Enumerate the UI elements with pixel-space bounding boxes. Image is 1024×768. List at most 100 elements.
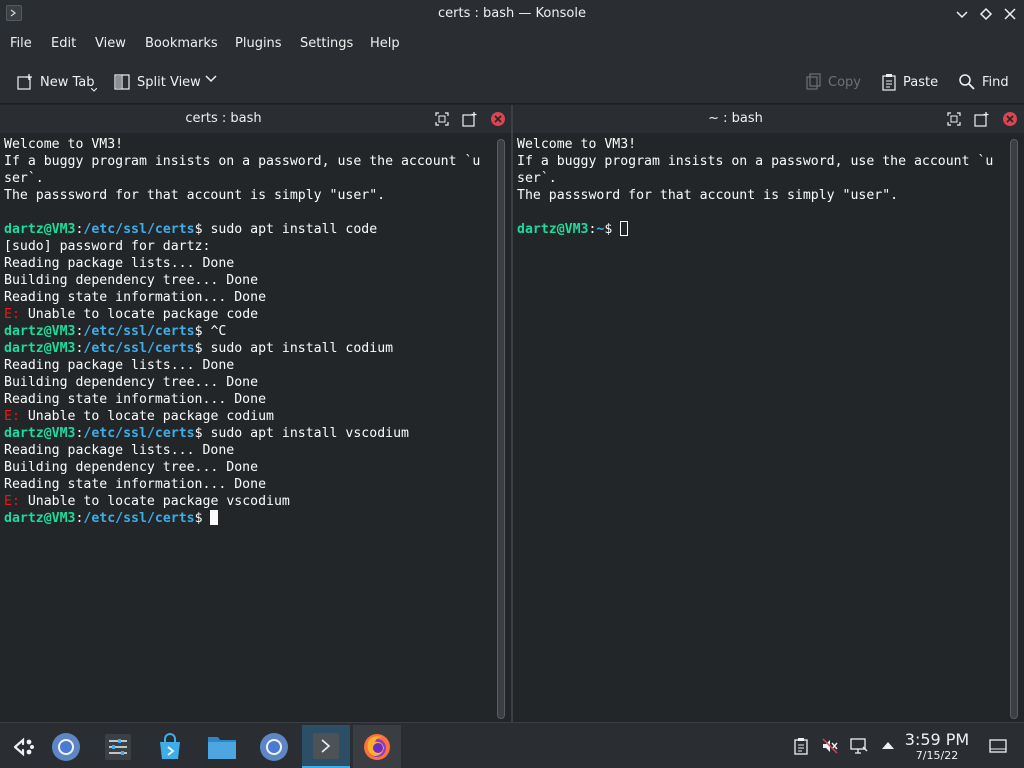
- close-pane-button[interactable]: [1003, 112, 1017, 126]
- scrollbar-left[interactable]: [497, 139, 505, 719]
- terminal-line: dartz@VM3:~$: [517, 221, 1003, 238]
- network-icon[interactable]: [850, 737, 868, 755]
- taskbar-chromium-1[interactable]: [42, 725, 90, 768]
- split-view-button[interactable]: Split View: [113, 71, 201, 93]
- menu-edit[interactable]: Edit: [51, 36, 76, 51]
- show-desktop-icon[interactable]: [989, 737, 1007, 755]
- terminal-output-right[interactable]: Welcome to VM3! If a buggy program insist…: [517, 136, 1003, 238]
- terminal-output-left[interactable]: Welcome to VM3! If a buggy program insist…: [4, 136, 490, 527]
- clock-date[interactable]: 7/15/22: [904, 749, 970, 762]
- terminal-text: Reading package lists... Done: [4, 443, 235, 458]
- menu-plugins[interactable]: Plugins: [235, 36, 282, 51]
- taskbar-file-manager[interactable]: [198, 725, 246, 768]
- maximize-button[interactable]: [977, 5, 995, 23]
- find-button[interactable]: Find: [958, 71, 1009, 93]
- close-window-button[interactable]: [1001, 5, 1019, 23]
- prompt-user: dartz@VM3: [4, 341, 76, 356]
- menu-bookmarks[interactable]: Bookmarks: [145, 36, 218, 51]
- terminal-pane-right[interactable]: ~ : bash Welcome to VM3! If a buggy progr…: [513, 105, 1024, 722]
- prompt-path: /etc/ssl/certs: [83, 426, 195, 441]
- terminal-line: E: Unable to locate package code: [4, 306, 490, 323]
- file-manager-icon: [208, 737, 236, 759]
- terminal-text: ser`.: [4, 171, 44, 186]
- terminal-text: Welcome to VM3!: [4, 137, 124, 152]
- terminal-line: Reading state information... Done: [4, 391, 490, 408]
- chromium-icon: [52, 733, 80, 761]
- terminal-line: Welcome to VM3!: [4, 136, 490, 153]
- show-hidden-icons-arrow-icon[interactable]: [879, 737, 897, 755]
- menu-view[interactable]: View: [95, 36, 126, 51]
- terminal-pane-left[interactable]: certs : bash Welcome to VM3! If a buggy p…: [0, 105, 511, 722]
- terminal-line: Reading package lists... Done: [4, 357, 490, 374]
- search-icon: [959, 74, 975, 90]
- terminal-line: The passsword for that account is simply…: [4, 187, 490, 204]
- clipboard-icon[interactable]: [792, 737, 810, 755]
- terminal-line: E: Unable to locate package codium: [4, 408, 490, 425]
- settings-sliders-icon: [105, 734, 131, 760]
- taskbar-chromium-2[interactable]: [250, 725, 298, 768]
- terminal-line: dartz@VM3:/etc/ssl/certs$ sudo apt insta…: [4, 221, 490, 238]
- copy-button[interactable]: Copy: [806, 71, 861, 93]
- text-cursor: [210, 510, 219, 525]
- pane-title-right: ~ : bash: [708, 111, 763, 126]
- terminal-line: ser`.: [517, 170, 1003, 187]
- terminal-line: Building dependency tree... Done: [4, 459, 490, 476]
- paste-button[interactable]: Paste: [881, 71, 938, 93]
- terminal-line: dartz@VM3:/etc/ssl/certs$ ^C: [4, 323, 490, 340]
- terminal-text: $: [194, 511, 211, 526]
- terminal-text: Reading package lists... Done: [4, 358, 235, 373]
- menu-settings[interactable]: Settings: [300, 36, 353, 51]
- window-title: certs : bash — Konsole: [438, 6, 586, 21]
- new-tab-button[interactable]: New Tab: [16, 71, 95, 93]
- menu-file[interactable]: File: [10, 36, 32, 51]
- terminal-line: dartz@VM3:/etc/ssl/certs$ sudo apt insta…: [4, 340, 490, 357]
- terminal-text: If a buggy program insists on a password…: [4, 154, 481, 169]
- find-label: Find: [982, 74, 1009, 90]
- new-split-icon[interactable]: [974, 111, 990, 127]
- prompt-path: /etc/ssl/certs: [83, 222, 195, 237]
- maximize-pane-icon[interactable]: [946, 111, 962, 127]
- application-launcher-icon: [13, 737, 34, 757]
- error-prefix: E:: [4, 494, 20, 509]
- maximize-pane-icon[interactable]: [434, 111, 450, 127]
- prompt-path: /etc/ssl/certs: [83, 511, 195, 526]
- terminal-line: Building dependency tree... Done: [4, 374, 490, 391]
- minimize-button[interactable]: [953, 5, 971, 23]
- terminal-line: Reading package lists... Done: [4, 255, 490, 272]
- toolbar: New Tab Split View Copy Paste Find: [0, 59, 1024, 104]
- close-icon: [494, 115, 502, 123]
- terminal-text: $ sudo apt install code: [194, 222, 378, 237]
- pane-header-right: ~ : bash: [513, 105, 1024, 133]
- split-view-chevron-down-icon[interactable]: [205, 75, 217, 83]
- application-launcher-button[interactable]: [0, 725, 48, 768]
- new-tab-menu-arrow-icon[interactable]: [91, 88, 97, 92]
- konsole-icon: [313, 732, 339, 759]
- prompt-user: dartz@VM3: [517, 222, 589, 237]
- close-pane-button[interactable]: [491, 112, 505, 126]
- scrollbar-right[interactable]: [1010, 139, 1018, 719]
- close-icon: [1006, 115, 1014, 123]
- new-split-icon[interactable]: [462, 111, 478, 127]
- terminal-line: The passsword for that account is simply…: [517, 187, 1003, 204]
- terminal-text: ser`.: [517, 171, 557, 186]
- volume-muted-icon[interactable]: [821, 737, 839, 755]
- window-titlebar: certs : bash — Konsole: [0, 0, 1024, 29]
- discover-store-icon: [160, 733, 180, 759]
- prompt-user: dartz@VM3: [4, 426, 76, 441]
- menu-help[interactable]: Help: [370, 36, 400, 51]
- terminal-text: The passsword for that account is simply…: [4, 188, 386, 203]
- terminal-line: If a buggy program insists on a password…: [4, 153, 490, 170]
- terminal-text: $ sudo apt install codium: [194, 341, 394, 356]
- taskbar-konsole[interactable]: [302, 725, 350, 768]
- clock-time[interactable]: 3:59 PM: [904, 730, 970, 749]
- taskbar-discover[interactable]: [146, 725, 194, 768]
- terminal-text: Building dependency tree... Done: [4, 273, 259, 288]
- taskbar-firefox[interactable]: [353, 725, 401, 768]
- terminal-text: Reading state information... Done: [4, 477, 267, 492]
- taskbar-settings[interactable]: [94, 725, 142, 768]
- terminal-text: $ ^C: [194, 324, 227, 339]
- copy-icon: [806, 73, 821, 90]
- error-prefix: E:: [4, 409, 20, 424]
- split-view-icon: [114, 74, 130, 90]
